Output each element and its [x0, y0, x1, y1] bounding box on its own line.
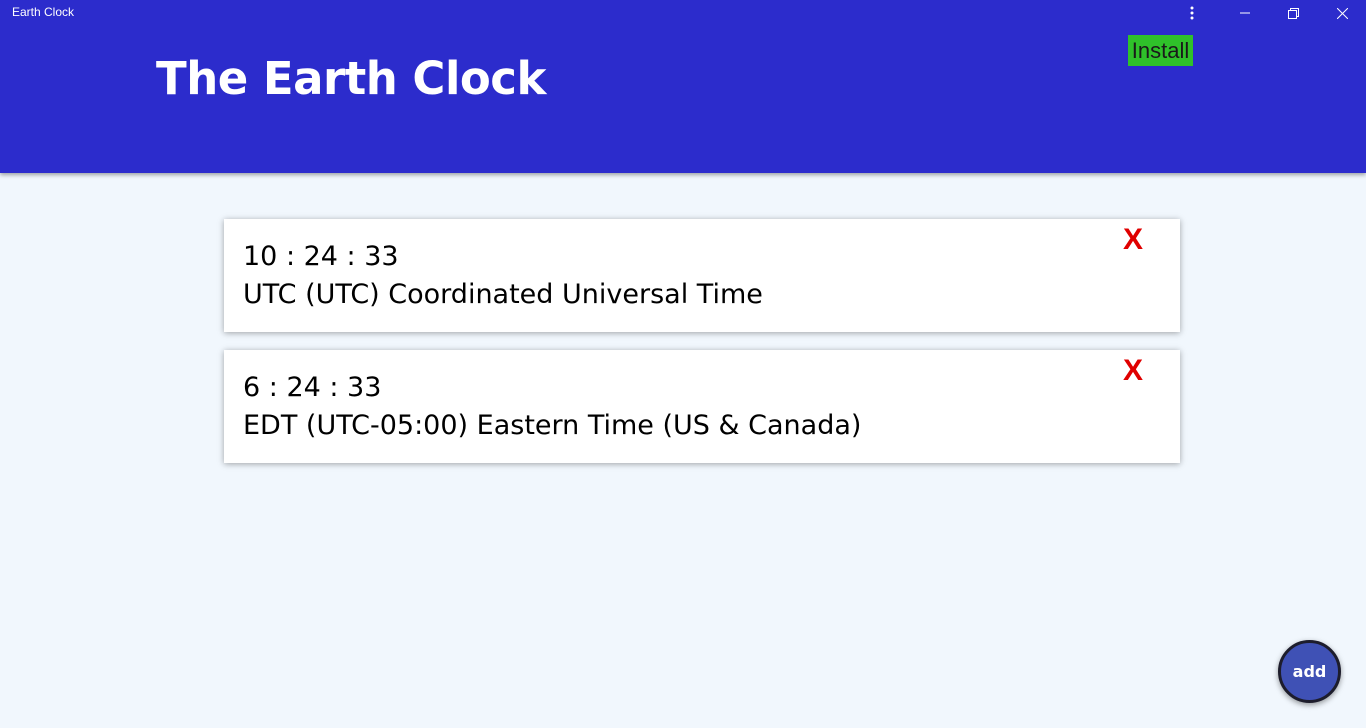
clock-card-utc: 10 : 24 : 33 UTC (UTC) Coordinated Unive… [224, 219, 1180, 332]
add-clock-button[interactable]: add [1278, 640, 1341, 703]
clock-zone: EDT (UTC-05:00) Eastern Time (US & Canad… [243, 410, 862, 441]
more-options-icon[interactable] [1169, 0, 1215, 26]
remove-clock-button[interactable]: X [1123, 223, 1143, 257]
clock-card-edt: 6 : 24 : 33 EDT (UTC-05:00) Eastern Time… [224, 350, 1180, 463]
install-button[interactable]: Install [1128, 35, 1193, 66]
window-title: Earth Clock [12, 5, 75, 19]
restore-icon[interactable] [1270, 0, 1316, 26]
minimize-icon[interactable] [1222, 0, 1268, 26]
close-icon[interactable] [1319, 0, 1365, 26]
app-header: Earth Clock The Earth Clock Install [0, 0, 1366, 173]
clock-zone: UTC (UTC) Coordinated Universal Time [243, 279, 763, 310]
clock-time: 6 : 24 : 33 [243, 372, 382, 403]
remove-clock-button[interactable]: X [1123, 354, 1143, 388]
clock-time: 10 : 24 : 33 [243, 241, 399, 272]
page-title: The Earth Clock [156, 52, 546, 105]
